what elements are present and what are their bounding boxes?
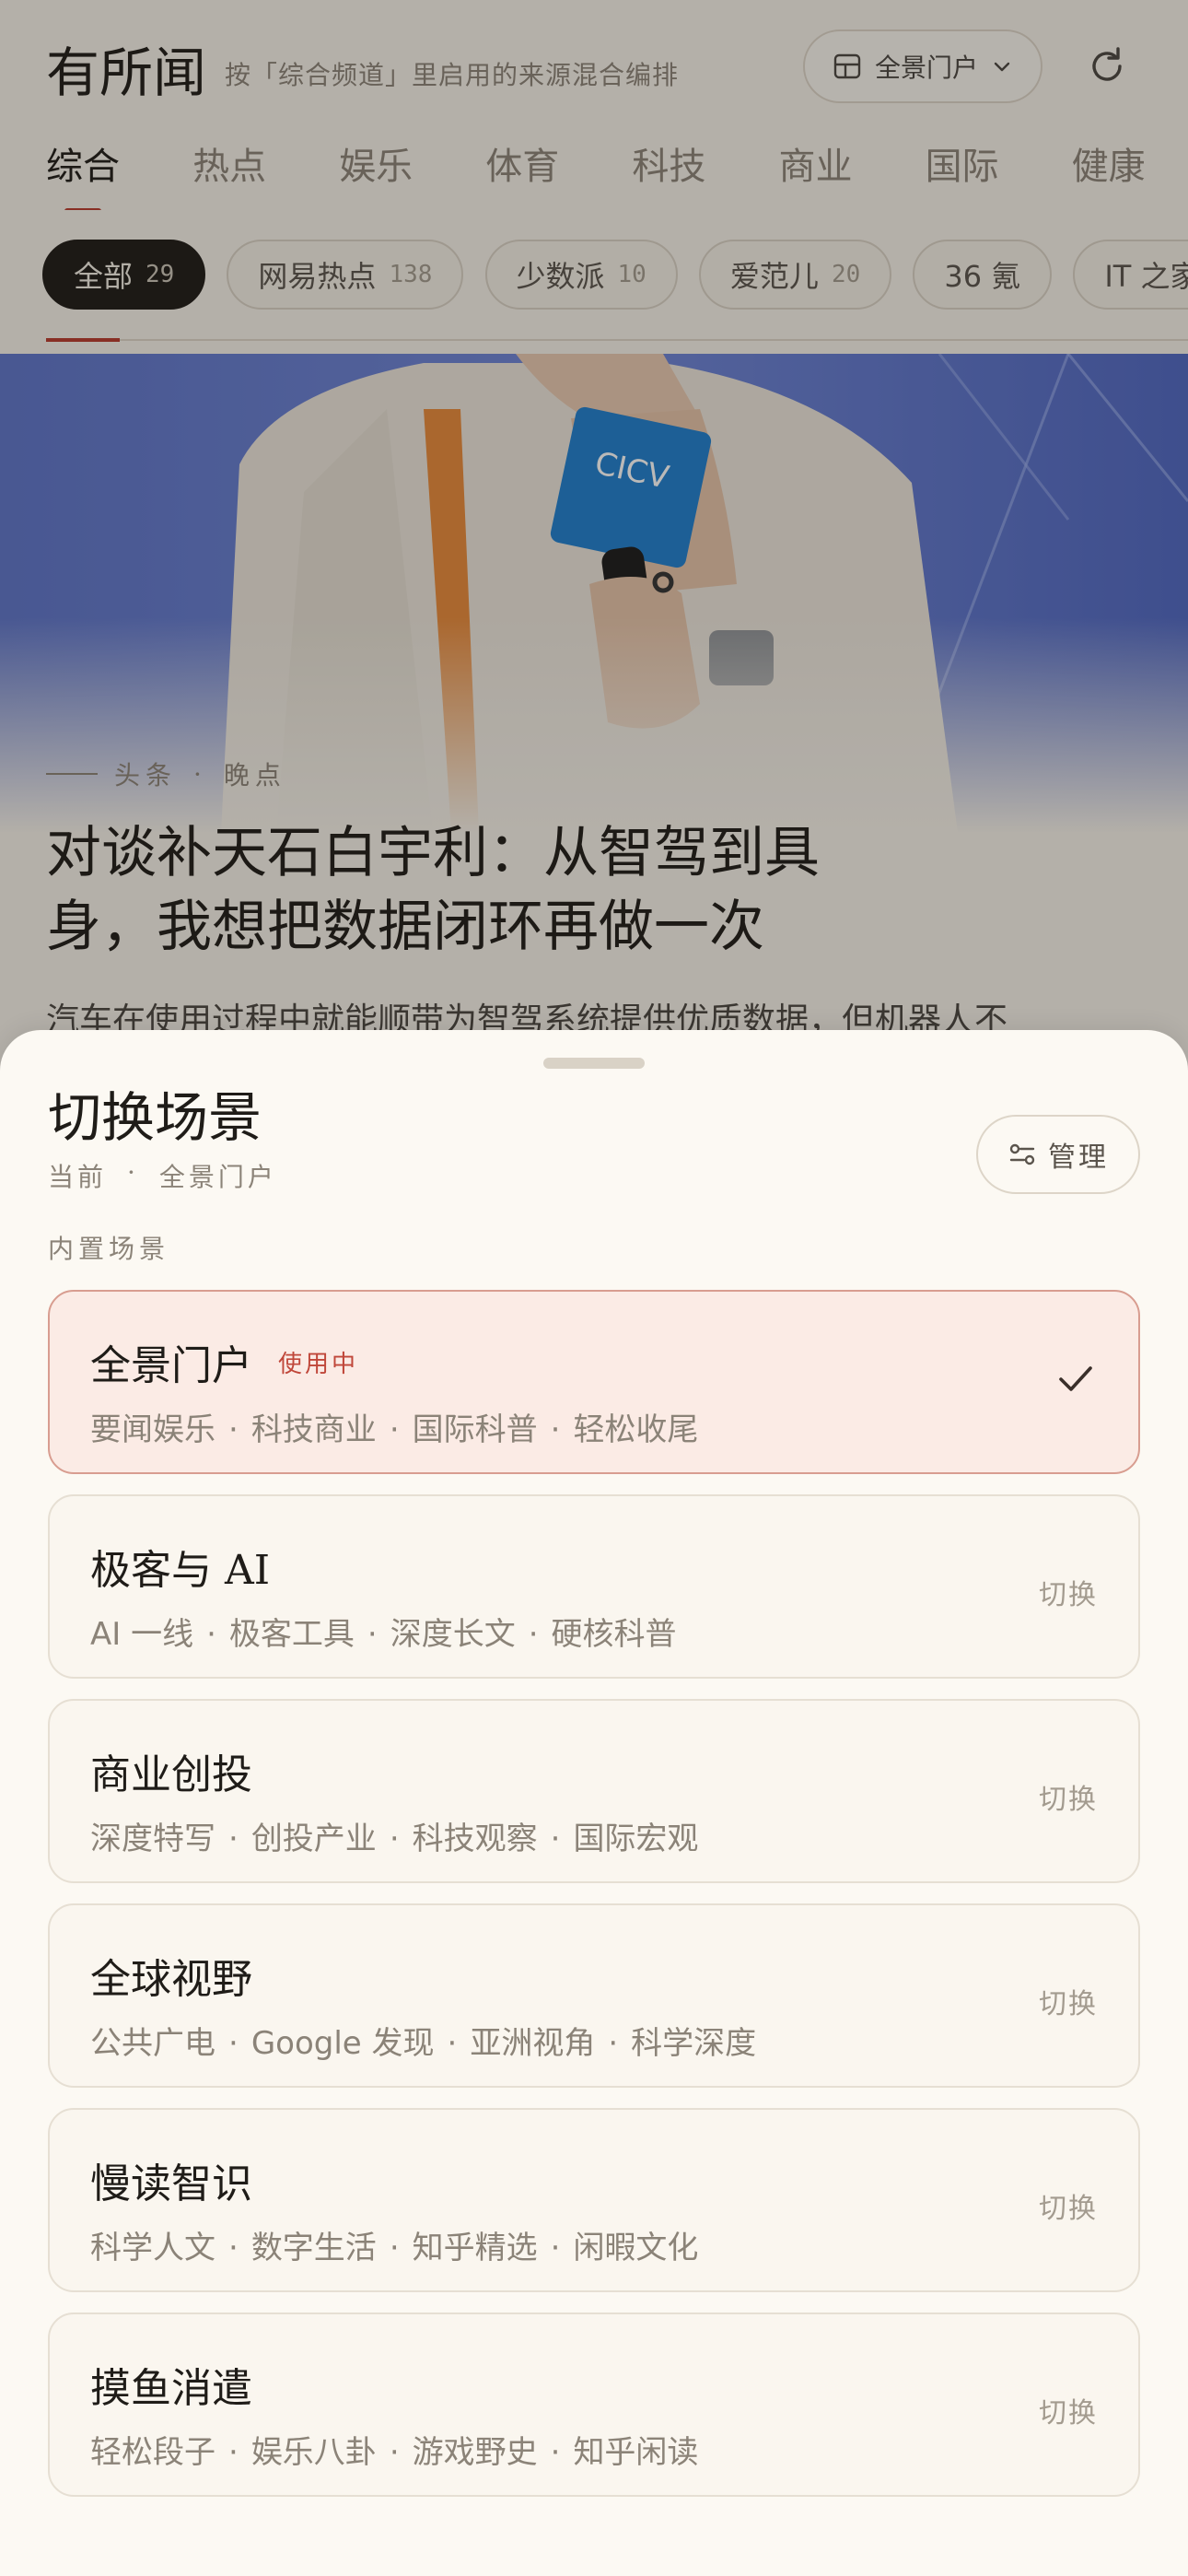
scene-card[interactable]: 极客与 AI 切换 AI 一线 · 极客工具 · 深度长文 · 硬核科普 bbox=[48, 1494, 1140, 1679]
scene-tag: 科学人文 bbox=[90, 2230, 215, 2266]
scene-tags: 轻松段子 · 娱乐八卦 · 游戏野史 · 知乎闲读 bbox=[90, 2427, 698, 2472]
scene-tag: 科学深度 bbox=[631, 2025, 757, 2062]
builtin-scenes-label: 内置场景 bbox=[48, 1234, 170, 1264]
scene-card[interactable]: 摸鱼消遣切换轻松段子 · 娱乐八卦 · 游戏野史 · 知乎闲读 bbox=[48, 2313, 1140, 2497]
check-icon bbox=[1059, 1366, 1092, 1391]
in-use-badge: 使用中 bbox=[278, 1351, 359, 1378]
scene-tag: 数字生活 bbox=[250, 2230, 377, 2266]
sheet-drag-handle[interactable] bbox=[543, 1058, 645, 1069]
scene-tag: 科技商业 bbox=[250, 1411, 377, 1448]
scene-tag: 科技观察 bbox=[412, 1821, 538, 1857]
switch-button[interactable]: 切换 bbox=[1039, 1981, 1098, 2021]
tag-separator: · bbox=[550, 1411, 561, 1448]
sliders-icon bbox=[1009, 1143, 1035, 1165]
tag-separator: · bbox=[228, 1821, 239, 1857]
tag-separator: · bbox=[550, 2230, 561, 2266]
switch-button[interactable]: 切换 bbox=[1039, 1572, 1098, 1612]
tag-separator: · bbox=[228, 2230, 239, 2266]
scene-tag: 国际宏观 bbox=[573, 1821, 699, 1857]
scene-tag: 闲暇文化 bbox=[573, 2230, 699, 2266]
tag-separator: · bbox=[528, 1616, 539, 1653]
scene-tags: 要闻娱乐 · 科技商业 · 国际科普 · 轻松收尾 bbox=[90, 1404, 698, 1449]
scene-tag: 知乎精选 bbox=[412, 2230, 538, 2266]
scene-tag: 知乎闲读 bbox=[573, 2434, 699, 2471]
scene-tags: AI 一线 · 极客工具 · 深度长文 · 硬核科普 bbox=[90, 1609, 677, 1654]
tag-separator: · bbox=[228, 2434, 239, 2471]
tag-separator: · bbox=[389, 1411, 400, 1448]
switch-button[interactable]: 切换 bbox=[1039, 1776, 1098, 1817]
tag-separator: · bbox=[389, 1821, 400, 1857]
scene-tag: 创投产业 bbox=[250, 1821, 377, 1857]
current-scene-line: 当前 · 全景门户 bbox=[48, 1157, 277, 1194]
scene-tag: 深度特写 bbox=[90, 1821, 215, 1857]
manage-label: 管理 bbox=[1048, 1142, 1109, 1174]
scene-name: 摸鱼消遣 bbox=[90, 2365, 252, 2412]
scene-card[interactable]: 全球视野切换公共广电 · Google 发现 · 亚洲视角 · 科学深度 bbox=[48, 1903, 1140, 2088]
tag-separator: · bbox=[550, 1821, 561, 1857]
scene-card[interactable]: 全景门户 使用中要闻娱乐 · 科技商业 · 国际科普 · 轻松收尾 bbox=[48, 1290, 1140, 1474]
tag-separator: · bbox=[367, 1616, 378, 1653]
switch-button[interactable]: 切换 bbox=[1039, 2185, 1098, 2226]
scene-name: 极客与 AI bbox=[90, 1547, 271, 1594]
current-label: 当前 bbox=[48, 1162, 108, 1192]
switch-scene-sheet: 切换场景 当前 · 全景门户 管理 内置场景 全景门户 使用中 要闻娱乐 · 科技商业 ·… bbox=[0, 1030, 1188, 2576]
scene-tag: 深度长文 bbox=[390, 1616, 516, 1653]
tag-separator: · bbox=[206, 1616, 216, 1653]
current-value: 全景门户 bbox=[158, 1162, 277, 1192]
scene-tag: 公共广电 bbox=[90, 2025, 215, 2062]
scene-tags: 公共广电 · Google 发现 · 亚洲视角 · 科学深度 bbox=[90, 2018, 756, 2063]
scene-tag: 娱乐八卦 bbox=[250, 2434, 377, 2471]
tag-separator: · bbox=[389, 2230, 400, 2266]
scene-tag: 轻松段子 bbox=[90, 2434, 215, 2471]
scene-tag: 国际科普 bbox=[412, 1411, 538, 1448]
scene-tag: Google 发现 bbox=[250, 2025, 435, 2062]
scene-tag: 轻松收尾 bbox=[573, 1411, 699, 1448]
scene-name: 全球视野 bbox=[90, 1956, 252, 2003]
tag-separator: · bbox=[228, 2025, 239, 2062]
scene-tag: 要闻娱乐 bbox=[90, 1411, 215, 1448]
switch-button[interactable]: 切换 bbox=[1039, 2390, 1098, 2430]
tag-separator: · bbox=[389, 2434, 400, 2471]
manage-button[interactable]: 管理 bbox=[976, 1115, 1140, 1194]
sheet-title: 切换场景 bbox=[48, 1086, 262, 1149]
scene-tags: 深度特写 · 创投产业 · 科技观察 · 国际宏观 bbox=[90, 1813, 698, 1858]
scene-tags: 科学人文 · 数字生活 · 知乎精选 · 闲暇文化 bbox=[90, 2222, 698, 2267]
tag-separator: · bbox=[228, 1411, 239, 1448]
scene-name: 商业创投 bbox=[90, 1751, 252, 1798]
scene-tag: 游戏野史 bbox=[412, 2434, 538, 2471]
scene-tag: 极客工具 bbox=[228, 1616, 355, 1653]
scene-tag: AI 一线 bbox=[90, 1616, 194, 1653]
current-dot: · bbox=[127, 1157, 139, 1188]
scene-name: 慢读智识 bbox=[90, 2160, 252, 2207]
tag-separator: · bbox=[550, 2434, 561, 2471]
scene-card[interactable]: 慢读智识切换科学人文 · 数字生活 · 知乎精选 · 闲暇文化 bbox=[48, 2108, 1140, 2292]
tag-separator: · bbox=[608, 2025, 619, 2062]
scene-name: 全景门户 bbox=[90, 1342, 252, 1389]
tag-separator: · bbox=[447, 2025, 458, 2062]
scene-card[interactable]: 商业创投切换深度特写 · 创投产业 · 科技观察 · 国际宏观 bbox=[48, 1699, 1140, 1883]
scene-tag: 亚洲视角 bbox=[470, 2025, 596, 2062]
scene-tag: 硬核科普 bbox=[551, 1616, 677, 1653]
